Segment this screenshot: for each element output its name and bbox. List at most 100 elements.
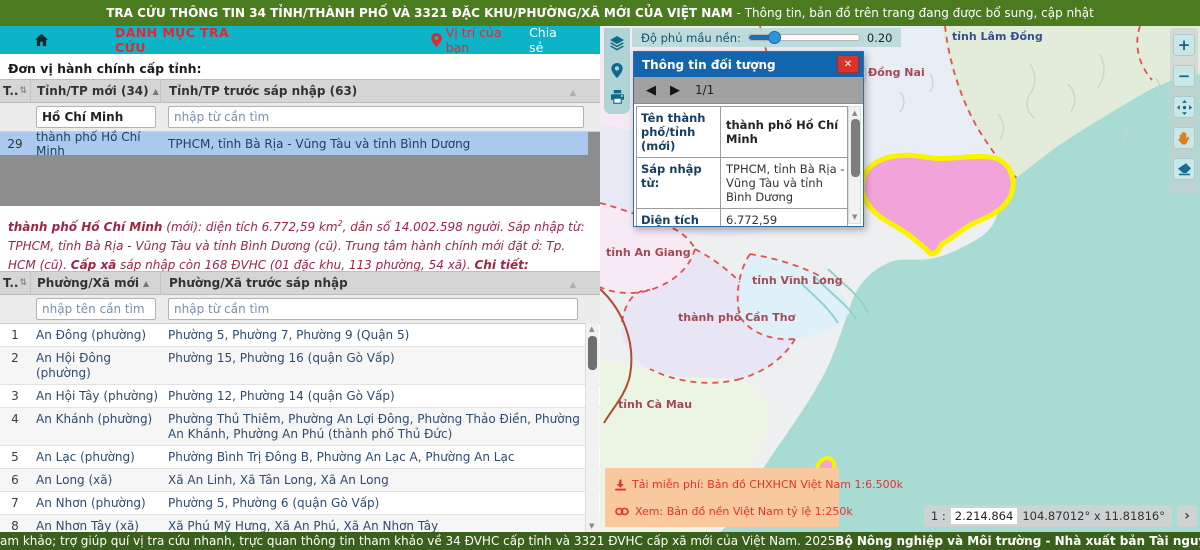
page-title: TRA CỨU THÔNG TIN 34 TỈNH/THÀNH PHỐ VÀ 3… [106, 6, 732, 20]
drag-hand-button[interactable] [1173, 127, 1195, 149]
scroll-down-icon[interactable]: ▼ [589, 522, 594, 530]
row-index: 29 [0, 137, 30, 151]
ward-col-index[interactable]: T..⇅ [0, 272, 31, 294]
sort-asc-icon: ▲ [143, 279, 149, 288]
map-pin-icon [611, 63, 623, 78]
sort-both-icon: ⇅ [19, 278, 27, 288]
nav-location-label: Vị trí của bạn [446, 25, 529, 55]
print-button[interactable] [607, 87, 627, 107]
map-area[interactable]: tỉnh Lâm Đồng Đồng Nai tỉnh An Giang tỉn… [600, 26, 1200, 532]
eraser-button[interactable] [1173, 158, 1195, 180]
download-link[interactable]: Tải miễn phí: Bản đồ CHXHCN Việt Nam 1:6… [615, 478, 903, 491]
nav-item-danh-muc[interactable]: DANH MỤC TRA CỨU [115, 25, 265, 55]
attribute-row: Sáp nhập từ:TPHCM, tỉnh Bà Rịa - Vũng Tà… [637, 158, 847, 209]
scale-input[interactable]: 2.214.864 [951, 508, 1018, 524]
province-col-old[interactable]: Tỉnh/TP trước sáp nhập (63) [161, 84, 600, 98]
eraser-icon [1177, 162, 1192, 176]
row-province-new: thành phố Hồ Chí Minh [30, 130, 160, 158]
slider-handle[interactable] [768, 31, 781, 44]
locate-button[interactable] [607, 60, 627, 80]
pan-button[interactable] [1173, 96, 1195, 118]
table-row[interactable]: 8An Nhơn Tây (xã)Xã Phú Mỹ Hưng, Xã An P… [0, 515, 600, 532]
table-row[interactable]: 7An Nhơn (phường)Phường 5, Phường 6 (quậ… [0, 492, 600, 515]
table-row-hcmc-selected[interactable]: 29 thành phố Hồ Chí Minh TPHCM, tỉnh Bà … [0, 132, 588, 155]
main-row: DANH MỤC TRA CỨU Vị trí của bạn Chia sẻ … [0, 26, 1200, 532]
scroll-down-icon[interactable]: ▼ [852, 213, 857, 221]
province-col-index[interactable]: T..⇅ [0, 80, 31, 102]
province-col-new[interactable]: Tỉnh/TP mới (34)▲ [31, 80, 161, 102]
scrollbar-thumb[interactable] [588, 336, 597, 370]
pager-count: 1/1 [695, 83, 714, 97]
opacity-label: Độ phủ mầu nền: [641, 31, 741, 45]
view-basemap-link[interactable]: Xem: Bản đồ nền Việt Nam tỷ lệ 1:250k [615, 505, 853, 518]
link-icon [615, 507, 629, 516]
app-window: TRA CỨU THÔNG TIN 34 TỈNH/THÀNH PHỐ VÀ 3… [0, 0, 1200, 550]
printer-icon [610, 90, 625, 104]
cursor-coordinates: 104.87012° x 11.81816° [1022, 509, 1165, 523]
province-old-filter-input[interactable] [168, 106, 584, 128]
province-table: T..⇅ Tỉnh/TP mới (34)▲ Tỉnh/TP trước sáp… [0, 79, 600, 207]
table-row[interactable]: 1An Đông (phường)Phường 5, Phường 7, Phư… [0, 324, 600, 347]
ward-table-body: 1An Đông (phường)Phường 5, Phường 7, Phư… [0, 324, 600, 532]
map-label-lam-dong: tỉnh Lâm Đồng [952, 30, 1043, 43]
map-label-can-tho: thành phố Cần Thơ [678, 311, 795, 324]
province-table-body: 29 thành phố Hồ Chí Minh TPHCM, tỉnh Bà … [0, 132, 600, 206]
province-new-filter-input[interactable] [36, 106, 156, 128]
ward-table: T..⇅ Phường/Xã mới▲ Phường/Xã trước sáp … [0, 271, 600, 532]
province-description: thành phố Hồ Chí Minh (mới): diện tích 6… [8, 214, 586, 275]
popup-pager: ◀ ▶ 1/1 [634, 77, 863, 103]
popup-attribute-table: Tên thành phố/tỉnh (mới)thành phố Hồ Chí… [636, 106, 848, 226]
download-icon [615, 479, 626, 491]
feature-info-popup: Thông tin đối tượng ✕ ◀ ▶ 1/1 Tên thành … [633, 51, 864, 227]
lookup-panel: Đơn vị hành chính cấp tỉnh: T..⇅ Tỉnh/TP… [0, 54, 600, 532]
table-row[interactable]: 5An Lạc (phường)Phường Bình Trị Đông B, … [0, 446, 600, 469]
left-column: DANH MỤC TRA CỨU Vị trí của bạn Chia sẻ … [0, 26, 600, 532]
ward-col-old[interactable]: Phường/Xã trước sáp nhập [161, 276, 600, 290]
scale-prefix: 1 : [931, 509, 946, 523]
plus-icon: + [1178, 36, 1191, 54]
sort-both-icon: ⇅ [19, 86, 27, 96]
table-row[interactable]: 6An Long (xã)Xã An Linh, Xã Tân Long, Xã… [0, 469, 600, 492]
attribute-row: Diện tích (km²)6.772,59 [637, 209, 847, 226]
opacity-slider[interactable] [748, 34, 860, 41]
sort-asc-icon-far: ▲ [570, 280, 576, 289]
layers-button[interactable] [607, 33, 627, 53]
row-province-old: TPHCM, tỉnh Bà Rịa - Vũng Tàu và tỉnh Bì… [160, 137, 588, 151]
zoom-out-button[interactable]: − [1173, 65, 1195, 87]
footer-bar: am khảo; trợ giúp quí vị tra cứu nhanh, … [0, 532, 1200, 550]
ward-col-new[interactable]: Phường/Xã mới▲ [31, 272, 161, 294]
prev-feature-button[interactable]: ◀ [646, 83, 656, 98]
close-button[interactable]: ✕ [837, 55, 859, 73]
zoom-in-button[interactable]: + [1173, 34, 1195, 56]
footer-text: am khảo; trợ giúp quí vị tra cứu nhanh, … [0, 534, 835, 548]
hand-icon [1177, 131, 1191, 146]
pan-icon [1177, 100, 1192, 115]
scale-expand-button[interactable]: › [1177, 505, 1197, 527]
ward-old-filter-input[interactable] [168, 298, 578, 320]
popup-body: Tên thành phố/tỉnh (mới)thành phố Hồ Chí… [634, 103, 863, 226]
map-toolbar-right: + − [1170, 28, 1198, 194]
table-row[interactable]: 4An Khánh (phường)Phường Thủ Thiêm, Phườ… [0, 408, 600, 446]
footer-publisher: Bộ Nông nghiệp và Môi trường - Nhà xuất … [835, 534, 1200, 548]
table-row[interactable]: 2An Hội Đông (phường)Phường 15, Phường 1… [0, 347, 600, 385]
chevron-right-icon: › [1184, 508, 1190, 524]
scroll-up-icon[interactable]: ▲ [589, 325, 594, 333]
ward-table-scrollbar[interactable]: ▲ ▼ [585, 323, 599, 532]
scrollbar-thumb[interactable] [851, 119, 860, 177]
home-button[interactable] [34, 33, 49, 47]
map-scale-bar: 1 : 2.214.864 104.87012° x 11.81816° [924, 505, 1172, 527]
nav-item-your-location[interactable]: Vị trí của bạn [431, 25, 529, 55]
minus-icon: − [1178, 67, 1191, 85]
table-row[interactable]: 3An Hội Tây (phường)Phường 12, Phường 14… [0, 385, 600, 408]
ward-new-filter-input[interactable] [36, 298, 156, 320]
opacity-value: 0.20 [867, 31, 893, 45]
map-label-dong-nai: Đồng Nai [868, 66, 925, 79]
layers-icon [609, 35, 625, 51]
popup-scrollbar[interactable]: ▲ ▼ [848, 106, 861, 224]
page-subtitle: - Thông tin, bản đồ trên trang đang được… [737, 6, 1094, 20]
map-label-ca-mau: tỉnh Cà Mau [618, 398, 692, 411]
next-feature-button[interactable]: ▶ [670, 83, 680, 98]
scroll-up-icon[interactable]: ▲ [852, 109, 857, 117]
popup-title-bar[interactable]: Thông tin đối tượng ✕ [634, 52, 863, 77]
share-button[interactable]: Chia sẻ [529, 25, 575, 55]
